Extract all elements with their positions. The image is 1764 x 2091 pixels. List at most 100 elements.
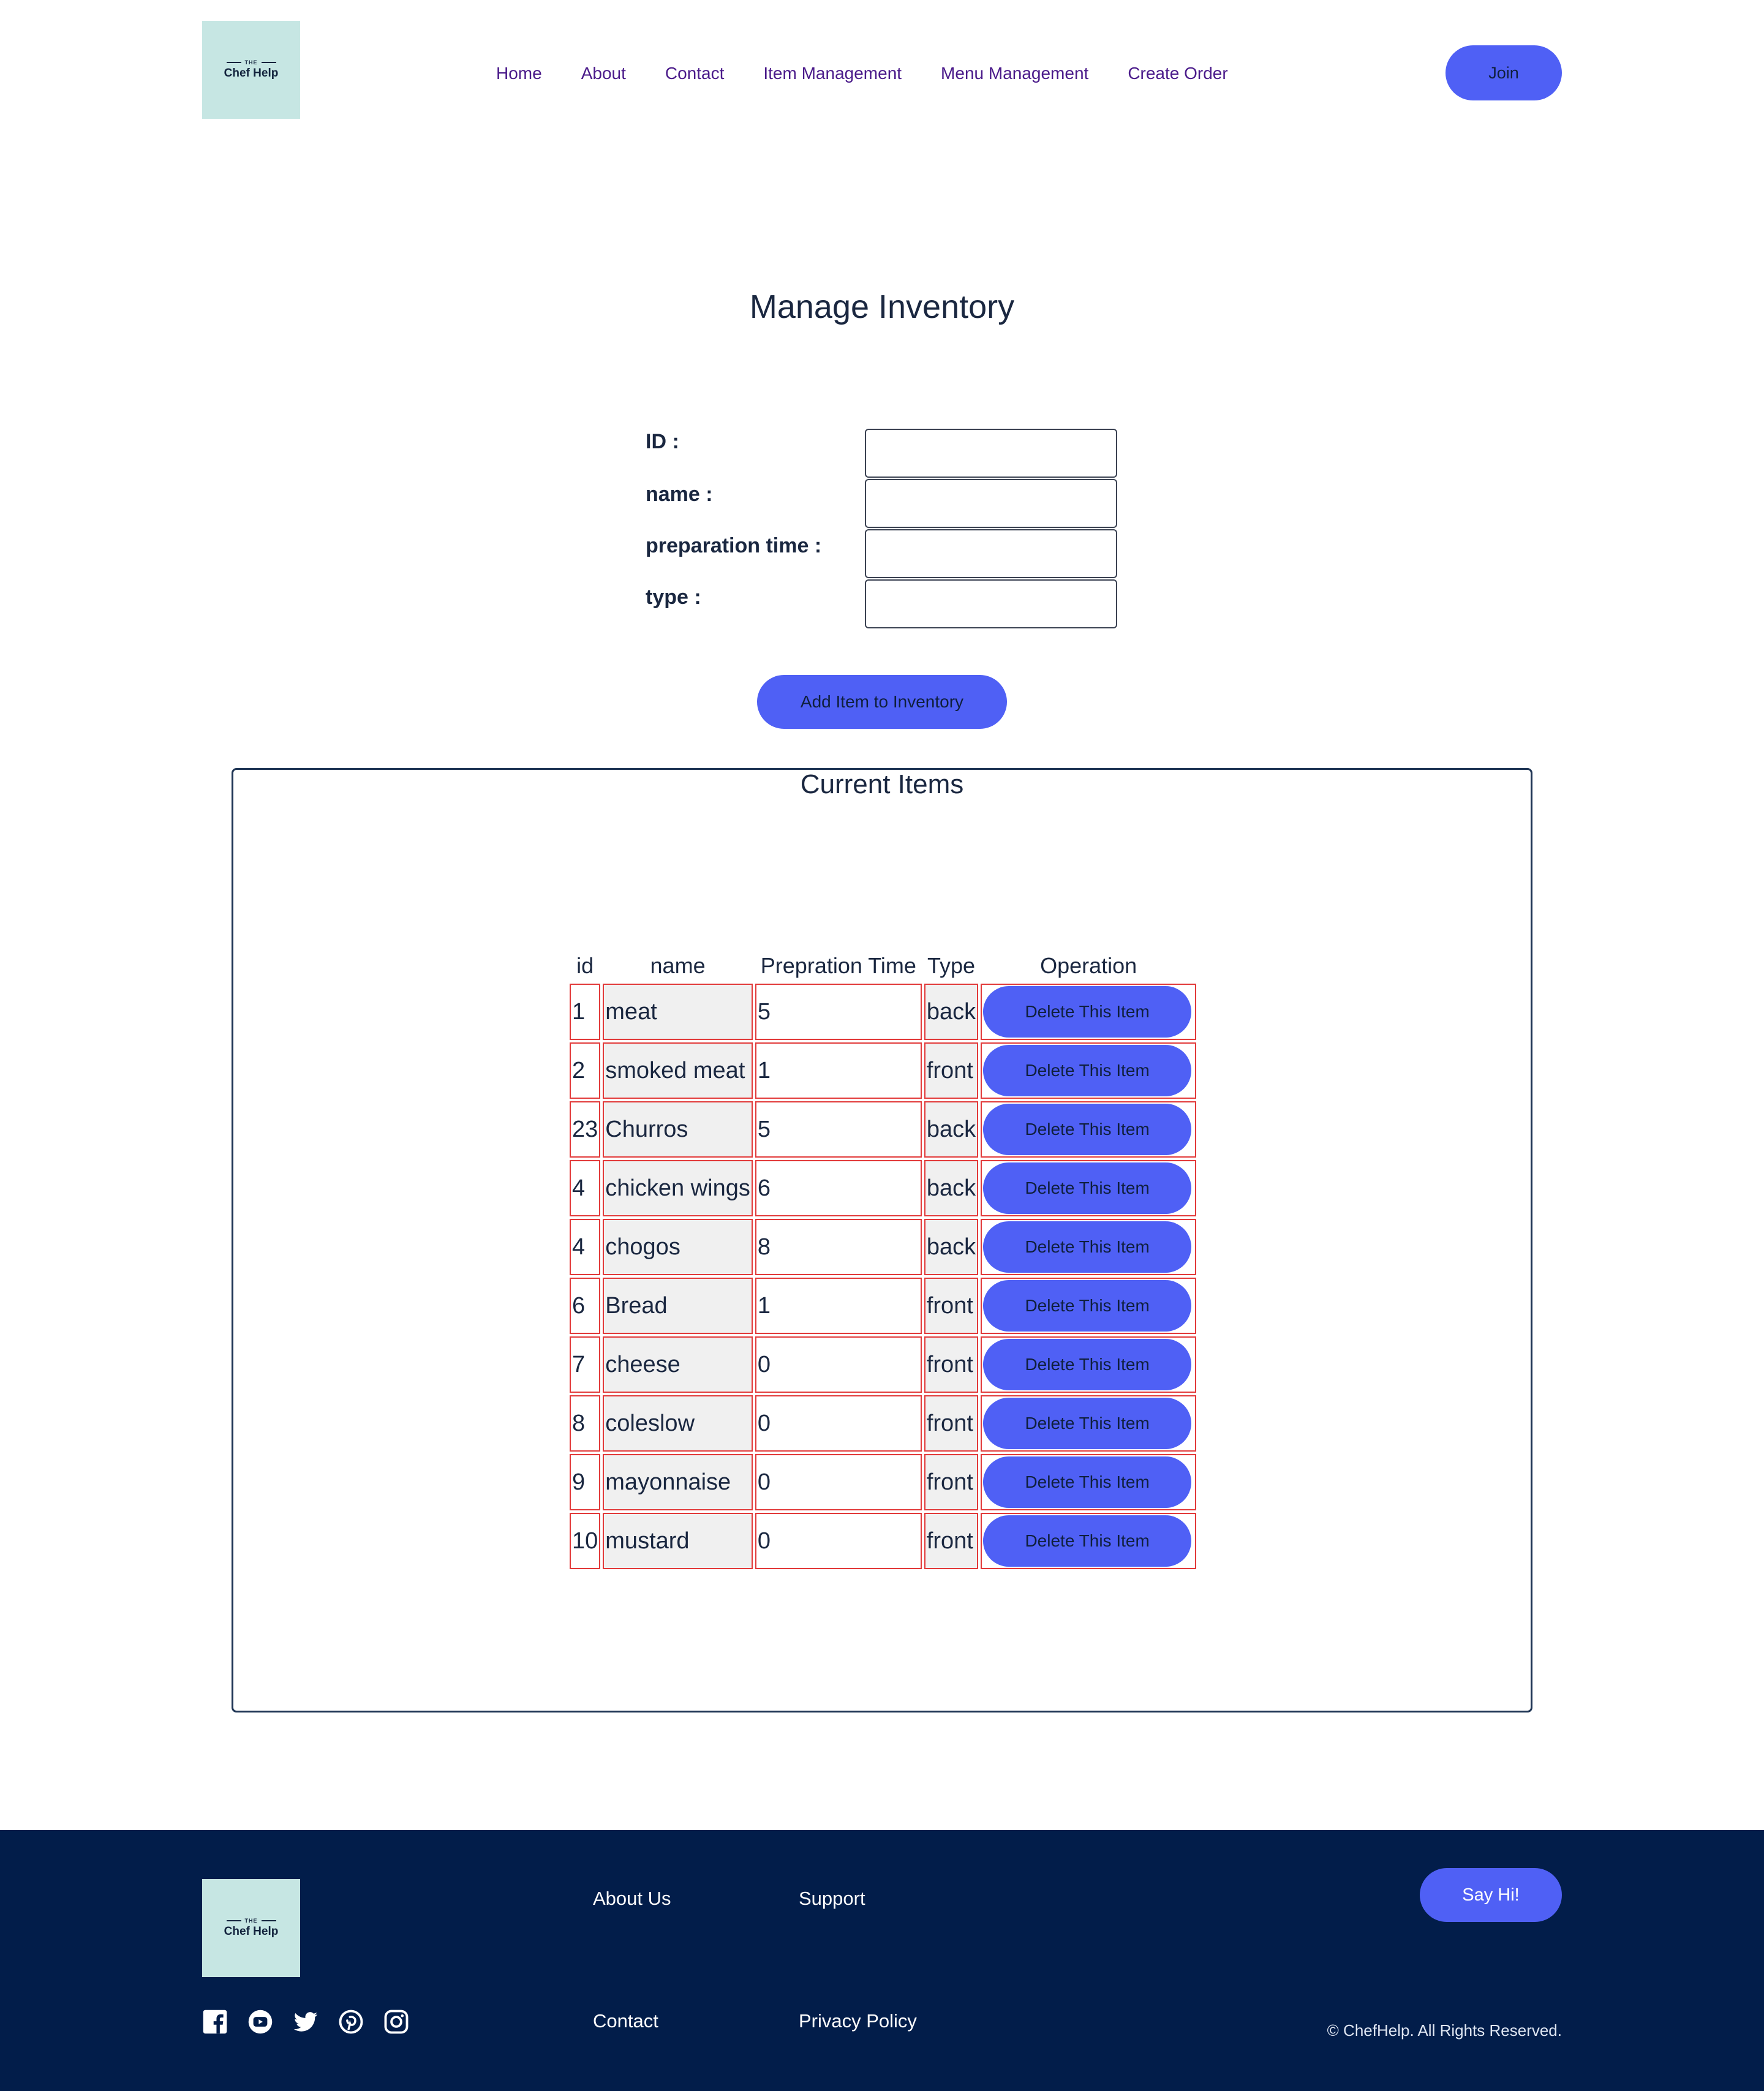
cell-type: back	[924, 1101, 979, 1158]
cell-type: back	[924, 1219, 979, 1275]
cell-type: back	[924, 1160, 979, 1216]
cell-preparation-time: 5	[755, 1101, 922, 1158]
footer-link-support[interactable]: Support	[799, 1888, 865, 1910]
cell-name: smoked meat	[603, 1042, 753, 1099]
delete-item-button[interactable]: Delete This Item	[983, 1515, 1192, 1567]
cell-preparation-time: 6	[755, 1160, 922, 1216]
delete-item-button[interactable]: Delete This Item	[983, 1280, 1192, 1332]
delete-item-button[interactable]: Delete This Item	[983, 1456, 1192, 1508]
delete-item-button[interactable]: Delete This Item	[983, 1104, 1192, 1155]
table-row: 9 mayonnaise 0 front Delete This Item	[570, 1454, 1197, 1510]
preparation-time-label: preparation time :	[646, 534, 822, 557]
cell-id: 6	[570, 1278, 601, 1334]
header-preparation-time: Prepration Time	[760, 953, 916, 978]
cell-preparation-time: 0	[755, 1454, 922, 1510]
cell-type: front	[924, 1336, 979, 1393]
copyright-text: © ChefHelp. All Rights Reserved.	[1327, 2021, 1562, 2040]
nav-contact[interactable]: Contact	[665, 64, 725, 83]
header-id: id	[576, 953, 594, 978]
footer-link-privacy-policy[interactable]: Privacy Policy	[799, 2010, 917, 2032]
say-hi-button[interactable]: Say Hi!	[1420, 1868, 1562, 1922]
cell-preparation-time: 1	[755, 1278, 922, 1334]
cell-preparation-time: 1	[755, 1042, 922, 1099]
logo-the-text: THE	[227, 59, 276, 66]
cell-name: chogos	[603, 1219, 753, 1275]
delete-item-button[interactable]: Delete This Item	[983, 986, 1192, 1038]
youtube-icon[interactable]	[247, 2009, 273, 2035]
cell-operation: Delete This Item	[981, 1454, 1197, 1510]
cell-name: chicken wings	[603, 1160, 753, 1216]
footer-link-contact[interactable]: Contact	[593, 2010, 658, 2032]
preparation-time-input[interactable]	[865, 529, 1117, 578]
table-header-row: id name Prepration Time Type Operation	[570, 951, 1196, 981]
cell-name: Bread	[603, 1278, 753, 1334]
cell-id: 23	[570, 1101, 601, 1158]
cell-operation: Delete This Item	[981, 1336, 1197, 1393]
cell-id: 10	[570, 1513, 601, 1569]
cell-operation: Delete This Item	[981, 1219, 1197, 1275]
id-label: ID :	[646, 430, 679, 453]
cell-id: 1	[570, 984, 601, 1040]
nav-home[interactable]: Home	[496, 64, 542, 83]
delete-item-button[interactable]: Delete This Item	[983, 1221, 1192, 1273]
delete-item-button[interactable]: Delete This Item	[983, 1162, 1192, 1214]
cell-id: 9	[570, 1454, 601, 1510]
cell-type: front	[924, 1454, 979, 1510]
cell-operation: Delete This Item	[981, 1042, 1197, 1099]
items-table: id name Prepration Time Type Operation 1…	[567, 948, 1199, 1572]
name-input[interactable]	[865, 479, 1117, 528]
join-button[interactable]: Join	[1446, 45, 1562, 100]
logo-the-text: THE	[227, 1918, 276, 1924]
type-label: type :	[646, 586, 701, 609]
cell-type: front	[924, 1513, 979, 1569]
header-logo[interactable]: THE Chef Help	[202, 21, 300, 119]
facebook-icon[interactable]	[202, 2009, 228, 2035]
cell-id: 4	[570, 1219, 601, 1275]
id-input[interactable]	[865, 429, 1117, 478]
nav-item-management[interactable]: Item Management	[763, 64, 902, 83]
delete-item-button[interactable]: Delete This Item	[983, 1339, 1192, 1390]
main-nav: Home About Contact Item Management Menu …	[496, 64, 1228, 83]
social-links	[202, 2009, 409, 2035]
cell-type: back	[924, 984, 979, 1040]
add-item-button[interactable]: Add Item to Inventory	[757, 675, 1007, 729]
table-row: 1 meat 5 back Delete This Item	[570, 984, 1197, 1040]
cell-name: Churros	[603, 1101, 753, 1158]
cell-operation: Delete This Item	[981, 984, 1197, 1040]
delete-item-button[interactable]: Delete This Item	[983, 1045, 1192, 1096]
cell-operation: Delete This Item	[981, 1513, 1197, 1569]
cell-name: mustard	[603, 1513, 753, 1569]
cell-type: front	[924, 1395, 979, 1452]
cell-name: mayonnaise	[603, 1454, 753, 1510]
cell-operation: Delete This Item	[981, 1395, 1197, 1452]
name-label: name :	[646, 483, 713, 506]
logo-name-text: Chef Help	[224, 1925, 279, 1938]
cell-name: cheese	[603, 1336, 753, 1393]
cell-name: coleslow	[603, 1395, 753, 1452]
type-input[interactable]	[865, 579, 1117, 628]
logo-name-text: Chef Help	[224, 67, 279, 80]
nav-create-order[interactable]: Create Order	[1128, 64, 1227, 83]
cell-preparation-time: 0	[755, 1336, 922, 1393]
twitter-icon[interactable]	[293, 2009, 318, 2035]
cell-id: 4	[570, 1160, 601, 1216]
instagram-icon[interactable]	[383, 2009, 409, 2035]
cell-id: 7	[570, 1336, 601, 1393]
nav-about[interactable]: About	[581, 64, 626, 83]
cell-type: front	[924, 1042, 979, 1099]
cell-type: front	[924, 1278, 979, 1334]
footer-link-about-us[interactable]: About Us	[593, 1888, 671, 1910]
footer-logo[interactable]: THE Chef Help	[202, 1879, 300, 1977]
nav-menu-management[interactable]: Menu Management	[941, 64, 1088, 83]
header-operation: Operation	[1040, 953, 1137, 978]
page-title: Manage Inventory	[749, 288, 1015, 325]
cell-name: meat	[603, 984, 753, 1040]
delete-item-button[interactable]: Delete This Item	[983, 1398, 1192, 1449]
cell-id: 8	[570, 1395, 601, 1452]
header-type: Type	[927, 953, 975, 978]
header-name: name	[650, 953, 706, 978]
cell-operation: Delete This Item	[981, 1278, 1197, 1334]
table-row: 23 Churros 5 back Delete This Item	[570, 1101, 1197, 1158]
pinterest-icon[interactable]	[338, 2009, 364, 2035]
table-row: 7 cheese 0 front Delete This Item	[570, 1336, 1197, 1393]
